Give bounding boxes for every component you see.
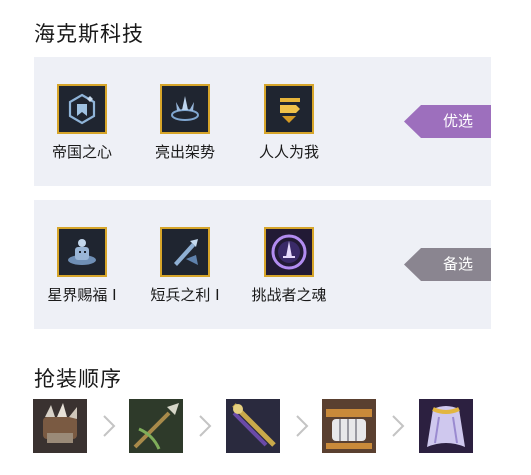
- augment-item[interactable]: 短兵之利 I: [135, 227, 235, 305]
- chevron-right-icon: [294, 413, 310, 439]
- astral-blessing-icon: [57, 227, 107, 277]
- build-order-section-title: 抢装顺序: [34, 367, 122, 391]
- augment-item[interactable]: 挑战者之魂: [239, 227, 339, 305]
- augment-label: 星界赐福 I: [47, 286, 117, 304]
- imperial-heart-icon: [57, 84, 107, 134]
- augment-label: 挑战者之魂: [251, 286, 327, 304]
- alternative-augments-panel: 星界赐福 I 短兵之利 I 挑战者之魂 备选: [34, 200, 491, 329]
- armored-fist-item-icon[interactable]: [322, 399, 376, 453]
- augment-label: 亮出架势: [154, 143, 215, 161]
- augment-item[interactable]: 星界赐福 I: [32, 227, 132, 305]
- augment-label: 人人为我: [258, 143, 319, 161]
- short-blade-icon: [160, 227, 210, 277]
- challenger-soul-icon: [264, 227, 314, 277]
- scepter-item-icon[interactable]: [226, 399, 280, 453]
- augment-item[interactable]: 帝国之心: [32, 84, 132, 162]
- all-for-one-icon: [264, 84, 314, 134]
- alternative-tag: 备选: [404, 248, 491, 281]
- augment-item[interactable]: 人人为我: [239, 84, 339, 162]
- augment-label: 短兵之利 I: [150, 286, 220, 304]
- crown-stance-icon: [160, 84, 210, 134]
- chevron-right-icon: [390, 413, 406, 439]
- cloak-item-icon[interactable]: [419, 399, 473, 453]
- chevron-right-icon: [197, 413, 213, 439]
- hextech-section-title: 海克斯科技: [34, 22, 144, 46]
- spiked-gauntlet-item-icon[interactable]: [33, 399, 87, 453]
- augment-label: 帝国之心: [51, 143, 112, 161]
- chevron-right-icon: [101, 413, 117, 439]
- preferred-augments-panel: 帝国之心 亮出架势 人人为我 优选: [34, 57, 491, 186]
- augment-item[interactable]: 亮出架势: [135, 84, 235, 162]
- preferred-tag: 优选: [404, 105, 491, 138]
- spear-item-icon[interactable]: [129, 399, 183, 453]
